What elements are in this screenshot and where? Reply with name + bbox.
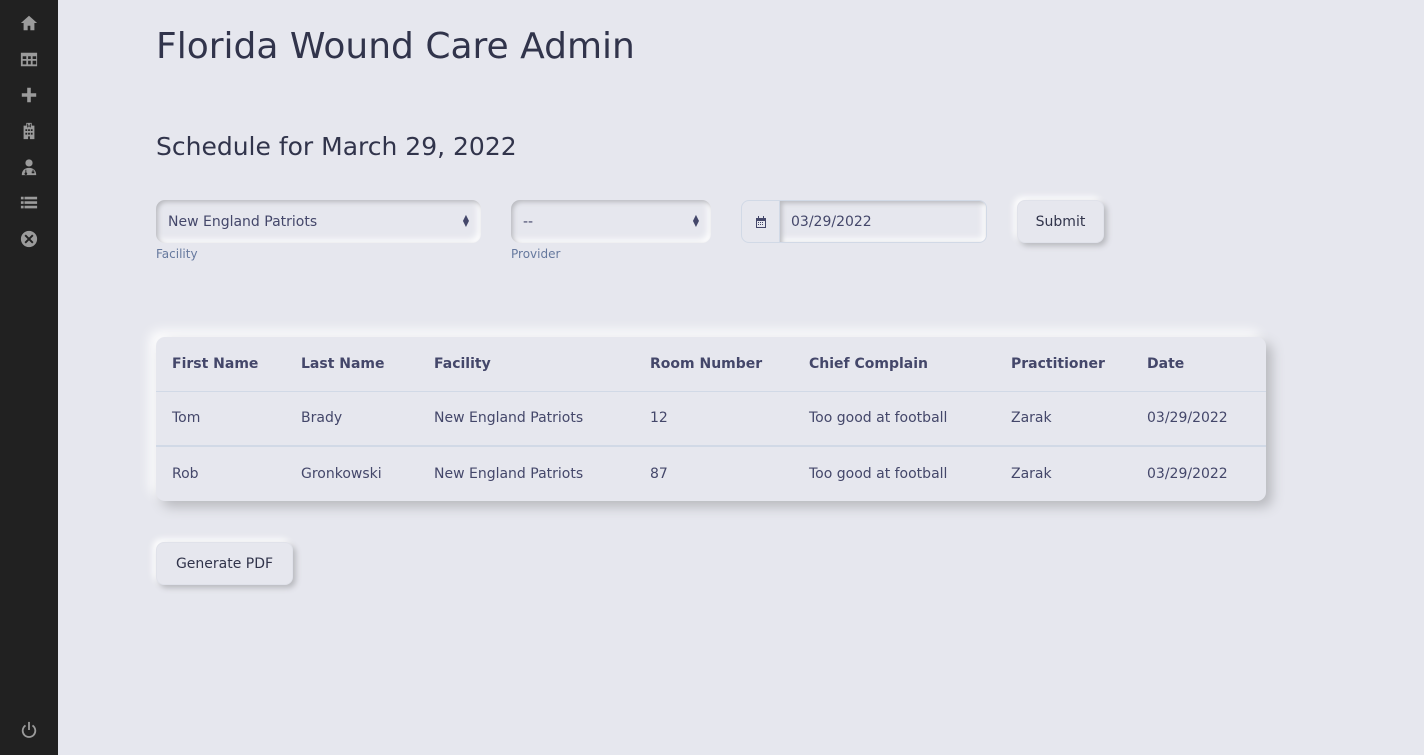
table-row: Rob Gronkowski New England Patriots 87 T… bbox=[156, 446, 1266, 501]
table-cell: Gronkowski bbox=[301, 466, 382, 482]
generate-pdf-button[interactable]: Generate PDF bbox=[156, 542, 293, 585]
calendar-icon[interactable] bbox=[742, 201, 780, 242]
table-cell: Zarak bbox=[1011, 466, 1052, 482]
list-icon[interactable] bbox=[19, 193, 39, 213]
table-cell: 12 bbox=[634, 391, 793, 447]
column-header: First Name bbox=[156, 337, 285, 392]
sidebar bbox=[0, 0, 58, 755]
column-header: Practitioner bbox=[995, 337, 1131, 392]
table-cell: Too good at football bbox=[809, 466, 948, 482]
page-title: Florida Wound Care Admin bbox=[156, 26, 635, 67]
provider-select-value: -- bbox=[523, 213, 534, 230]
power-icon[interactable] bbox=[19, 720, 39, 740]
table-header-row: First Name Last Name Facility Room Numbe… bbox=[156, 337, 1266, 392]
table-cell: 87 bbox=[650, 466, 668, 482]
date-input-group: 03/29/2022 bbox=[741, 200, 987, 243]
column-header: Date bbox=[1131, 337, 1266, 392]
table-cell: New England Patriots bbox=[418, 391, 634, 447]
table-cell: 03/29/2022 bbox=[1131, 391, 1266, 447]
table-row: Tom Brady New England Patriots 12 Too go… bbox=[156, 391, 1266, 447]
close-circle-icon[interactable] bbox=[19, 229, 39, 249]
plus-icon[interactable] bbox=[19, 85, 39, 105]
facility-label: Facility bbox=[156, 247, 198, 261]
table-cell: Tom bbox=[156, 391, 285, 447]
table-cell: Too good at football bbox=[793, 391, 995, 447]
column-header: Room Number bbox=[634, 337, 793, 392]
select-arrows-icon: ▲ ▼ bbox=[462, 213, 469, 228]
provider-label: Provider bbox=[511, 247, 561, 261]
doctor-icon[interactable] bbox=[19, 157, 39, 177]
home-icon[interactable] bbox=[19, 13, 39, 33]
schedule-table: First Name Last Name Facility Room Numbe… bbox=[156, 337, 1266, 501]
date-input[interactable]: 03/29/2022 bbox=[780, 201, 986, 242]
provider-select[interactable]: -- ▲ ▼ bbox=[511, 200, 711, 243]
table-cell: 03/29/2022 bbox=[1147, 466, 1228, 482]
column-header: Chief Complain bbox=[793, 337, 995, 392]
table-cell: Rob bbox=[172, 466, 199, 482]
table-cell: Zarak bbox=[995, 391, 1131, 447]
table-cell: New England Patriots bbox=[434, 466, 584, 482]
facility-select[interactable]: New England Patriots ▲ ▼ bbox=[156, 200, 481, 243]
column-header: Facility bbox=[418, 337, 634, 392]
facility-select-value: New England Patriots bbox=[168, 213, 318, 230]
hospital-icon[interactable] bbox=[19, 121, 39, 141]
column-header: Last Name bbox=[285, 337, 418, 392]
table-icon[interactable] bbox=[19, 49, 39, 69]
schedule-title: Schedule for March 29, 2022 bbox=[156, 132, 517, 161]
submit-button[interactable]: Submit bbox=[1017, 200, 1104, 243]
select-arrows-icon: ▲ ▼ bbox=[692, 213, 699, 228]
table-cell: Brady bbox=[285, 391, 418, 447]
